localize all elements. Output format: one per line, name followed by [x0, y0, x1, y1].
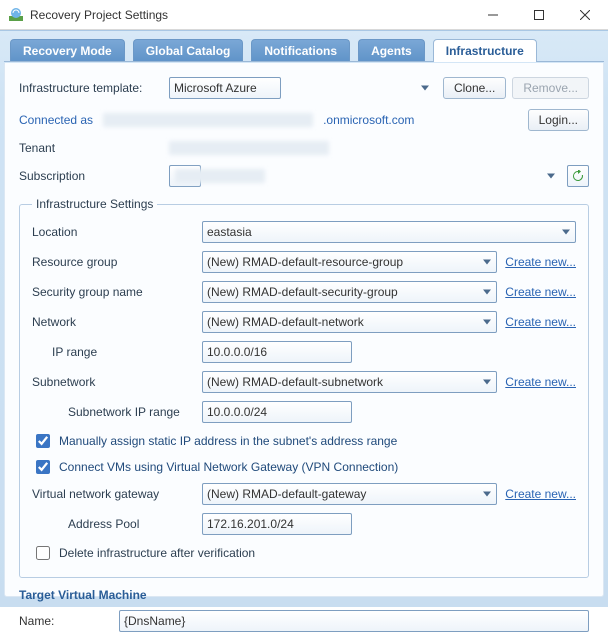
- infrastructure-settings-legend: Infrastructure Settings: [32, 197, 157, 211]
- vpn-checkbox[interactable]: [36, 460, 50, 474]
- resource-group-create-link[interactable]: Create new...: [505, 255, 576, 269]
- address-pool-input[interactable]: [202, 513, 352, 535]
- target-vm-name-input[interactable]: [119, 610, 589, 632]
- tenant-mask: [169, 141, 329, 155]
- vnet-gateway-select[interactable]: (New) RMAD-default-gateway: [202, 483, 497, 505]
- network-select[interactable]: (New) RMAD-default-network: [202, 311, 497, 333]
- subscription-label: Subscription: [19, 169, 169, 183]
- refresh-icon: [572, 170, 584, 182]
- vnet-gateway-create-link[interactable]: Create new...: [505, 487, 576, 501]
- target-vm-name-label: Name:: [19, 614, 119, 628]
- infrastructure-page: Infrastructure template: Microsoft Azure…: [4, 63, 604, 597]
- subnetwork-select[interactable]: (New) RMAD-default-subnetwork: [202, 371, 497, 393]
- template-label: Infrastructure template:: [19, 81, 169, 95]
- subnetwork-label: Subnetwork: [32, 375, 202, 389]
- address-pool-label: Address Pool: [32, 517, 202, 531]
- vpn-checkbox-row[interactable]: Connect VMs using Virtual Network Gatewa…: [32, 457, 576, 477]
- delete-infra-checkbox[interactable]: [36, 546, 50, 560]
- window-close-button[interactable]: [562, 0, 608, 29]
- tab-bar: Recovery Mode Global Catalog Notificatio…: [0, 31, 608, 62]
- tab-recovery-mode[interactable]: Recovery Mode: [10, 39, 125, 62]
- connected-as-mask: [103, 113, 313, 127]
- ip-range-input[interactable]: [202, 341, 352, 363]
- window-titlebar: Recovery Project Settings: [0, 0, 608, 30]
- subnetwork-ip-range-input[interactable]: [202, 401, 352, 423]
- connected-as-domain: .onmicrosoft.com: [323, 113, 414, 127]
- tab-infrastructure[interactable]: Infrastructure: [433, 39, 537, 62]
- tab-global-catalog[interactable]: Global Catalog: [133, 39, 244, 62]
- resource-group-select[interactable]: (New) RMAD-default-resource-group: [202, 251, 497, 273]
- window-minimize-button[interactable]: [470, 0, 516, 29]
- static-ip-checkbox-label: Manually assign static IP address in the…: [59, 434, 397, 448]
- delete-infra-checkbox-label: Delete infrastructure after verification: [59, 546, 255, 560]
- app-icon: [8, 7, 24, 23]
- static-ip-checkbox[interactable]: [36, 434, 50, 448]
- resource-group-label: Resource group: [32, 255, 202, 269]
- window-title: Recovery Project Settings: [30, 8, 470, 22]
- network-create-link[interactable]: Create new...: [505, 315, 576, 329]
- location-label: Location: [32, 225, 202, 239]
- infrastructure-template-select[interactable]: Microsoft Azure: [169, 77, 281, 99]
- login-button[interactable]: Login...: [528, 109, 589, 131]
- vnet-gateway-label: Virtual network gateway: [32, 487, 202, 501]
- clone-button[interactable]: Clone...: [443, 77, 506, 99]
- subscription-select[interactable]: [169, 165, 201, 187]
- security-group-create-link[interactable]: Create new...: [505, 285, 576, 299]
- security-group-select[interactable]: (New) RMAD-default-security-group: [202, 281, 497, 303]
- subnetwork-ip-range-label: Subnetwork IP range: [32, 405, 202, 419]
- tab-agents[interactable]: Agents: [358, 39, 425, 62]
- subnetwork-create-link[interactable]: Create new...: [505, 375, 576, 389]
- infrastructure-settings-group: Infrastructure Settings Location eastasi…: [19, 197, 589, 578]
- delete-infra-checkbox-row[interactable]: Delete infrastructure after verification: [32, 543, 576, 563]
- window-maximize-button[interactable]: [516, 0, 562, 29]
- location-select[interactable]: eastasia: [202, 221, 576, 243]
- remove-button: Remove...: [512, 77, 589, 99]
- refresh-subscription-button[interactable]: [567, 165, 589, 187]
- connected-as-label: Connected as: [19, 113, 93, 127]
- tenant-label: Tenant: [19, 141, 169, 155]
- tab-notifications[interactable]: Notifications: [251, 39, 350, 62]
- network-label: Network: [32, 315, 202, 329]
- static-ip-checkbox-row[interactable]: Manually assign static IP address in the…: [32, 431, 576, 451]
- ip-range-label: IP range: [32, 345, 202, 359]
- target-vm-heading: Target Virtual Machine: [19, 588, 589, 602]
- vpn-checkbox-label: Connect VMs using Virtual Network Gatewa…: [59, 460, 398, 474]
- security-group-label: Security group name: [32, 285, 202, 299]
